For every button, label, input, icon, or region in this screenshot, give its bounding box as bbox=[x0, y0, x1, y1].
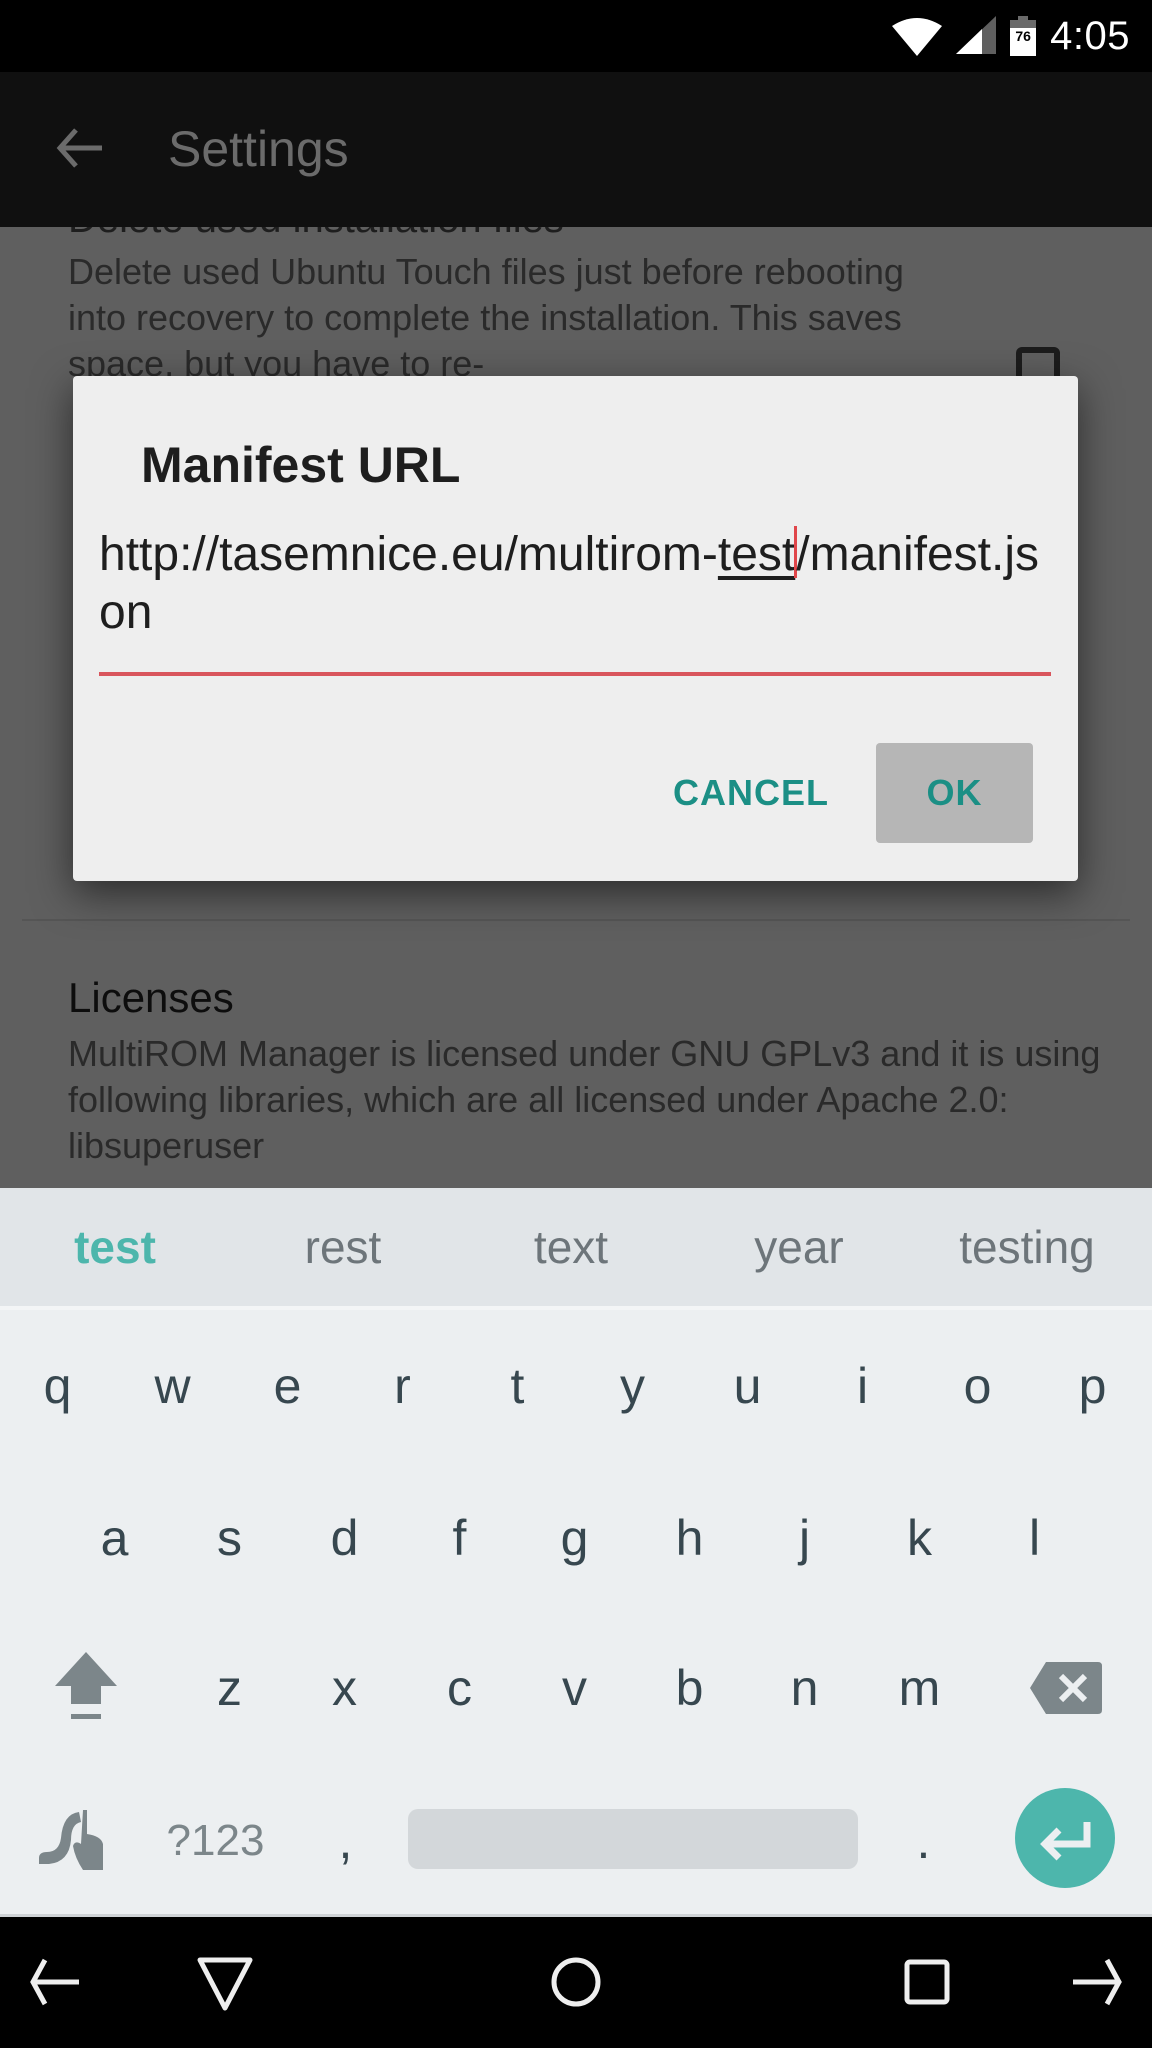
key-x[interactable]: x bbox=[287, 1618, 402, 1758]
key-z[interactable]: z bbox=[172, 1618, 287, 1758]
period-key[interactable]: . bbox=[866, 1771, 981, 1911]
suggestion-item[interactable]: rest bbox=[228, 1188, 458, 1306]
key-q[interactable]: q bbox=[0, 1316, 115, 1456]
key-l[interactable]: l bbox=[977, 1468, 1092, 1608]
hide-keyboard-button[interactable] bbox=[190, 1947, 260, 2017]
home-icon bbox=[551, 1957, 601, 2007]
licenses-text: MultiROM Manager is licensed under GNU G… bbox=[68, 1033, 1101, 1120]
key-h[interactable]: h bbox=[632, 1468, 747, 1608]
dialog-title: Manifest URL bbox=[141, 437, 461, 493]
key-e[interactable]: e bbox=[230, 1316, 345, 1456]
suggestion-item[interactable]: testing bbox=[912, 1188, 1142, 1306]
status-bar: 76 4:05 bbox=[0, 0, 1152, 72]
key-w[interactable]: w bbox=[115, 1316, 230, 1456]
key-v[interactable]: v bbox=[517, 1618, 632, 1758]
key-p[interactable]: p bbox=[1035, 1316, 1150, 1456]
gesture-hand-icon bbox=[38, 1810, 103, 1870]
backspace-icon bbox=[1029, 1662, 1102, 1714]
key-g[interactable]: g bbox=[517, 1468, 632, 1608]
key-c[interactable]: c bbox=[402, 1618, 517, 1758]
recents-button[interactable] bbox=[892, 1947, 962, 2017]
key-o[interactable]: o bbox=[920, 1316, 1035, 1456]
suggestion-item[interactable]: test bbox=[0, 1188, 230, 1306]
app-bar: Settings bbox=[0, 72, 1152, 227]
pref-summary-licenses: MultiROM Manager is licensed under GNU G… bbox=[68, 1031, 1118, 1169]
key-y[interactable]: y bbox=[575, 1316, 690, 1456]
symbols-key[interactable]: ?123 bbox=[158, 1771, 273, 1911]
pref-title-licenses: Licenses bbox=[68, 974, 234, 1021]
shift-icon bbox=[54, 1652, 117, 1719]
key-f[interactable]: f bbox=[402, 1468, 517, 1608]
key-t[interactable]: t bbox=[460, 1316, 575, 1456]
key-n[interactable]: n bbox=[747, 1618, 862, 1758]
soft-keyboard: test rest text year testing qwertyuiop a… bbox=[0, 1188, 1152, 1914]
page-title: Settings bbox=[168, 121, 349, 177]
manifest-url-input[interactable]: http://tasemnice.eu/multirom-test/manife… bbox=[99, 526, 1051, 642]
nav-right-arrow-button[interactable] bbox=[1062, 1947, 1132, 2017]
key-k[interactable]: k bbox=[862, 1468, 977, 1608]
spacebar[interactable] bbox=[408, 1809, 858, 1869]
shift-key[interactable] bbox=[28, 1618, 143, 1758]
gesture-typing-key[interactable] bbox=[14, 1771, 129, 1911]
key-i[interactable]: i bbox=[805, 1316, 920, 1456]
pref-summary-delete-files: Delete used Ubuntu Touch files just befo… bbox=[68, 251, 904, 384]
suggestion-strip: test rest text year testing bbox=[0, 1188, 1152, 1310]
input-composing-word: test bbox=[717, 528, 796, 581]
licenses-next-line: libsuperuser bbox=[68, 1125, 265, 1166]
suggestion-item[interactable]: text bbox=[456, 1188, 686, 1306]
status-icons: 76 4:05 bbox=[892, 12, 1130, 60]
divider bbox=[22, 919, 1130, 921]
enter-key[interactable] bbox=[1015, 1788, 1115, 1888]
manifest-url-dialog: Manifest URL http://tasemnice.eu/multiro… bbox=[73, 376, 1078, 881]
key-j[interactable]: j bbox=[747, 1468, 862, 1608]
nav-right-arrow-icon bbox=[1073, 1958, 1122, 2006]
hide-keyboard-icon bbox=[197, 1957, 253, 2011]
key-r[interactable]: r bbox=[345, 1316, 460, 1456]
key-s[interactable]: s bbox=[172, 1468, 287, 1608]
input-text-before: http://tasemnice.eu/multirom- bbox=[99, 528, 718, 581]
key-u[interactable]: u bbox=[690, 1316, 805, 1456]
key-a[interactable]: a bbox=[57, 1468, 172, 1608]
cell-signal-icon bbox=[956, 16, 997, 54]
battery-icon: 76 bbox=[1010, 16, 1037, 56]
arrow-back-icon[interactable] bbox=[52, 120, 108, 176]
battery-level: 76 bbox=[1015, 28, 1031, 44]
cancel-button[interactable]: CANCEL bbox=[643, 743, 859, 843]
clock: 4:05 bbox=[1050, 13, 1130, 58]
nav-left-arrow-icon bbox=[30, 1958, 79, 2006]
recents-icon bbox=[904, 1959, 950, 2005]
input-underline bbox=[99, 672, 1051, 676]
key-d[interactable]: d bbox=[287, 1468, 402, 1608]
pref-title-delete-files: Delete used installation files bbox=[68, 227, 564, 242]
comma-key[interactable]: , bbox=[288, 1771, 403, 1911]
suggestion-item[interactable]: year bbox=[684, 1188, 914, 1306]
home-button[interactable] bbox=[541, 1947, 611, 2017]
nav-left-arrow-button[interactable] bbox=[20, 1947, 90, 2017]
wifi-icon bbox=[892, 18, 943, 56]
navigation-bar bbox=[0, 1914, 1152, 2048]
key-b[interactable]: b bbox=[632, 1618, 747, 1758]
enter-icon bbox=[1040, 1822, 1091, 1861]
key-m[interactable]: m bbox=[862, 1618, 977, 1758]
backspace-key[interactable] bbox=[1008, 1618, 1123, 1758]
ok-button[interactable]: OK bbox=[876, 743, 1033, 843]
